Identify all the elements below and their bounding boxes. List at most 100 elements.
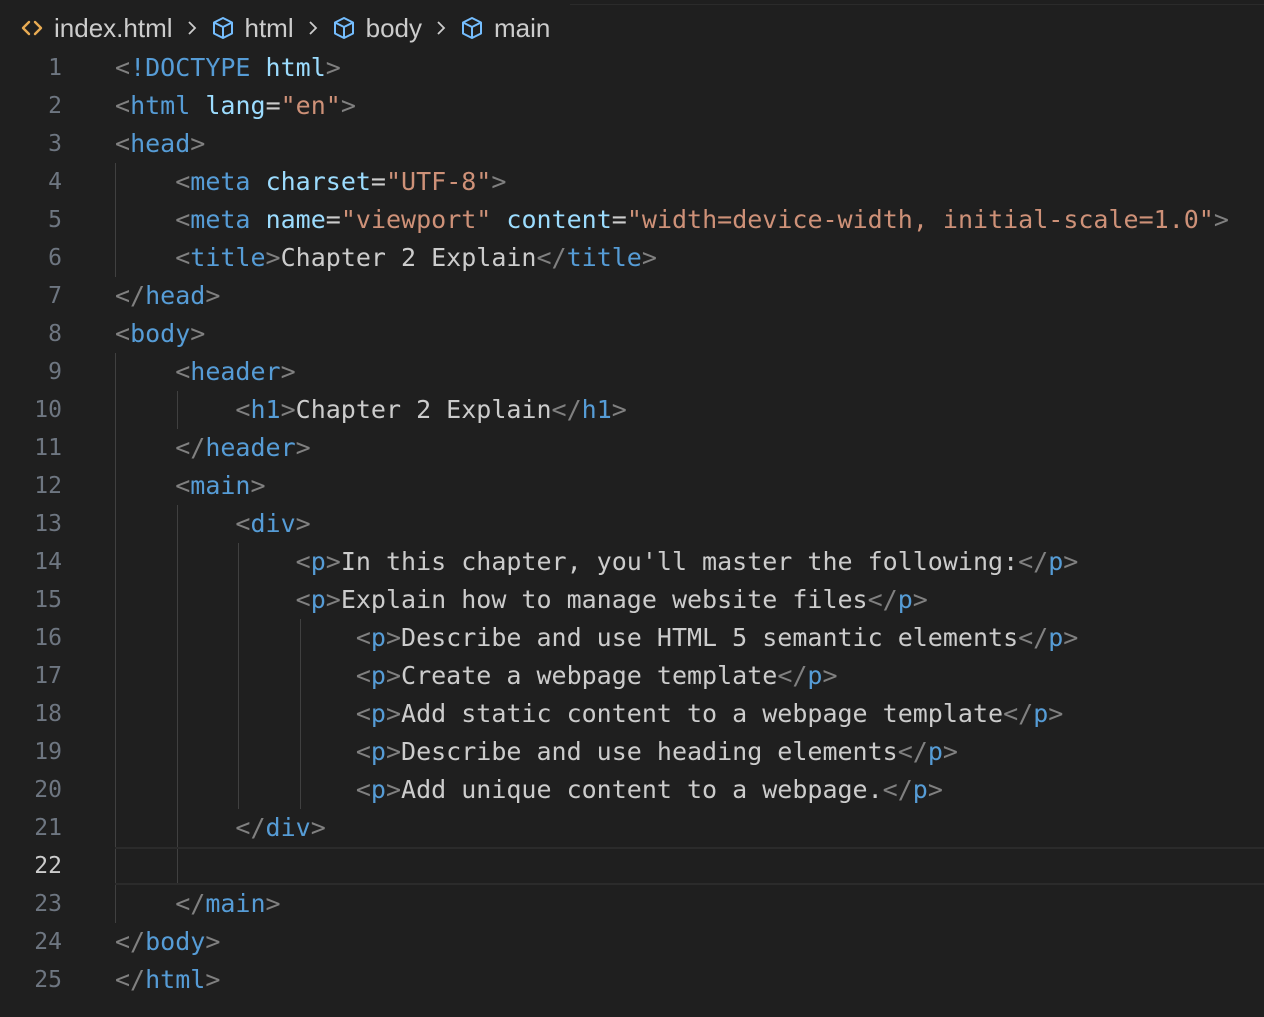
code-text: <meta name="viewport" content="width=dev… <box>115 201 1229 239</box>
code-line[interactable]: 6 <title>Chapter 2 Explain</title> <box>0 239 1264 277</box>
code-line[interactable]: 7 </head> <box>0 277 1264 315</box>
code-line[interactable]: 17 <p>Create a webpage template</p> <box>0 657 1264 695</box>
code-token: meta <box>190 167 251 196</box>
code-token: html <box>145 965 206 994</box>
code-line[interactable]: 18 <p>Add static content to a webpage te… <box>0 695 1264 733</box>
symbol-box-icon <box>209 14 237 42</box>
code-token: Add static content to a webpage template <box>401 699 1004 728</box>
code-text: </header> <box>115 429 311 467</box>
code-token: In this chapter, you'll master the follo… <box>340 547 1019 576</box>
code-line[interactable]: 2 <html lang="en"> <box>0 87 1264 125</box>
code-token: title <box>190 243 266 272</box>
code-token: </ <box>1018 623 1049 652</box>
breadcrumb-item-body[interactable]: body <box>330 13 422 44</box>
code-token: > <box>325 53 341 82</box>
code-line[interactable]: 20 <p>Add unique content to a webpage.</… <box>0 771 1264 809</box>
code-token: div <box>250 509 296 538</box>
code-line[interactable]: 24 </body> <box>0 923 1264 961</box>
code-token: > <box>1213 205 1229 234</box>
code-token: < <box>175 243 191 272</box>
code-token: h1 <box>250 395 281 424</box>
code-token: < <box>175 205 191 234</box>
code-line[interactable]: 16 <p>Describe and use HTML 5 semantic e… <box>0 619 1264 657</box>
code-token: < <box>175 471 191 500</box>
code-token: </ <box>1018 547 1049 576</box>
code-token: < <box>295 547 311 576</box>
breadcrumb-file[interactable]: index.html <box>18 13 173 44</box>
code-token: > <box>295 433 311 462</box>
code-token: Add unique content to a webpage. <box>401 775 883 804</box>
code-text: <main> <box>115 467 265 505</box>
code-line[interactable]: 19 <p>Describe and use heading elements<… <box>0 733 1264 771</box>
symbol-box-icon <box>330 14 358 42</box>
line-number: 18 <box>34 701 62 727</box>
code-line[interactable]: 23 </main> <box>0 885 1264 923</box>
code-token: > <box>205 927 221 956</box>
line-number: 4 <box>48 169 62 195</box>
code-token: Explain how to manage website files <box>340 585 868 614</box>
code-line[interactable]: 15 <p>Explain how to manage website file… <box>0 581 1264 619</box>
code-token: </ <box>235 813 266 842</box>
code-token: </ <box>115 927 146 956</box>
line-number: 14 <box>34 549 62 575</box>
code-token: header <box>190 357 281 386</box>
code-line[interactable]: 25 </html> <box>0 961 1264 999</box>
code-token: header <box>205 433 296 462</box>
line-number: 6 <box>48 245 62 271</box>
line-number: 3 <box>48 131 62 157</box>
code-token: p <box>807 661 823 690</box>
code-line[interactable]: 5 <meta name="viewport" content="width=d… <box>0 201 1264 239</box>
code-text: <p>Describe and use HTML 5 semantic elem… <box>115 619 1079 657</box>
code-text: <p>In this chapter, you'll master the fo… <box>115 543 1079 581</box>
line-number: 16 <box>34 625 62 651</box>
breadcrumb-item-html[interactable]: html <box>209 13 294 44</box>
code-text: <title>Chapter 2 Explain</title> <box>115 239 657 277</box>
code-line[interactable]: 12 <main> <box>0 467 1264 505</box>
code-token: > <box>190 319 206 348</box>
code-line[interactable]: 1 <!DOCTYPE html> <box>0 49 1264 87</box>
line-number: 13 <box>34 511 62 537</box>
code-line[interactable]: 3 <head> <box>0 125 1264 163</box>
code-token: < <box>355 737 371 766</box>
code-token: p <box>1048 623 1064 652</box>
code-token: > <box>822 661 838 690</box>
code-line[interactable]: 11 </header> <box>0 429 1264 467</box>
code-line[interactable]: 10 <h1>Chapter 2 Explain</h1> <box>0 391 1264 429</box>
code-token: </ <box>897 737 928 766</box>
code-line[interactable]: 4 <meta charset="UTF-8"> <box>0 163 1264 201</box>
code-line[interactable]: 22 <box>0 847 1264 885</box>
code-token: </ <box>777 661 808 690</box>
code-token: !DOCTYPE <box>130 53 251 82</box>
code-token: </ <box>175 433 206 462</box>
code-token: content <box>506 205 612 234</box>
code-text: <p>Explain how to manage website files</… <box>115 581 928 619</box>
line-number: 25 <box>34 967 62 993</box>
code-token: < <box>355 661 371 690</box>
line-number: 10 <box>34 397 62 423</box>
code-token: p <box>370 737 386 766</box>
code-line[interactable]: 21 </div> <box>0 809 1264 847</box>
breadcrumb: index.html html body main <box>0 0 1264 56</box>
code-line[interactable]: 13 <div> <box>0 505 1264 543</box>
code-token: </ <box>867 585 898 614</box>
code-line[interactable]: 8 <body> <box>0 315 1264 353</box>
breadcrumb-item-main[interactable]: main <box>458 13 550 44</box>
breadcrumb-item-label: body <box>365 12 423 43</box>
code-token: < <box>115 53 131 82</box>
line-number: 5 <box>48 207 62 233</box>
code-text: <h1>Chapter 2 Explain</h1> <box>115 391 626 429</box>
code-text: <p>Add unique content to a webpage.</p> <box>115 771 943 809</box>
code-editor[interactable]: 1 <!DOCTYPE html> 2 <html lang="en"> 3 <head>… <box>0 49 1264 1017</box>
code-text: <p>Describe and use heading elements</p> <box>115 733 958 771</box>
code-token: > <box>385 775 402 804</box>
code-line[interactable]: 9 <header> <box>0 353 1264 391</box>
code-token: charset <box>265 167 371 196</box>
code-line[interactable]: 14 <p>In this chapter, you'll master the… <box>0 543 1264 581</box>
chevron-right-icon <box>181 14 203 42</box>
